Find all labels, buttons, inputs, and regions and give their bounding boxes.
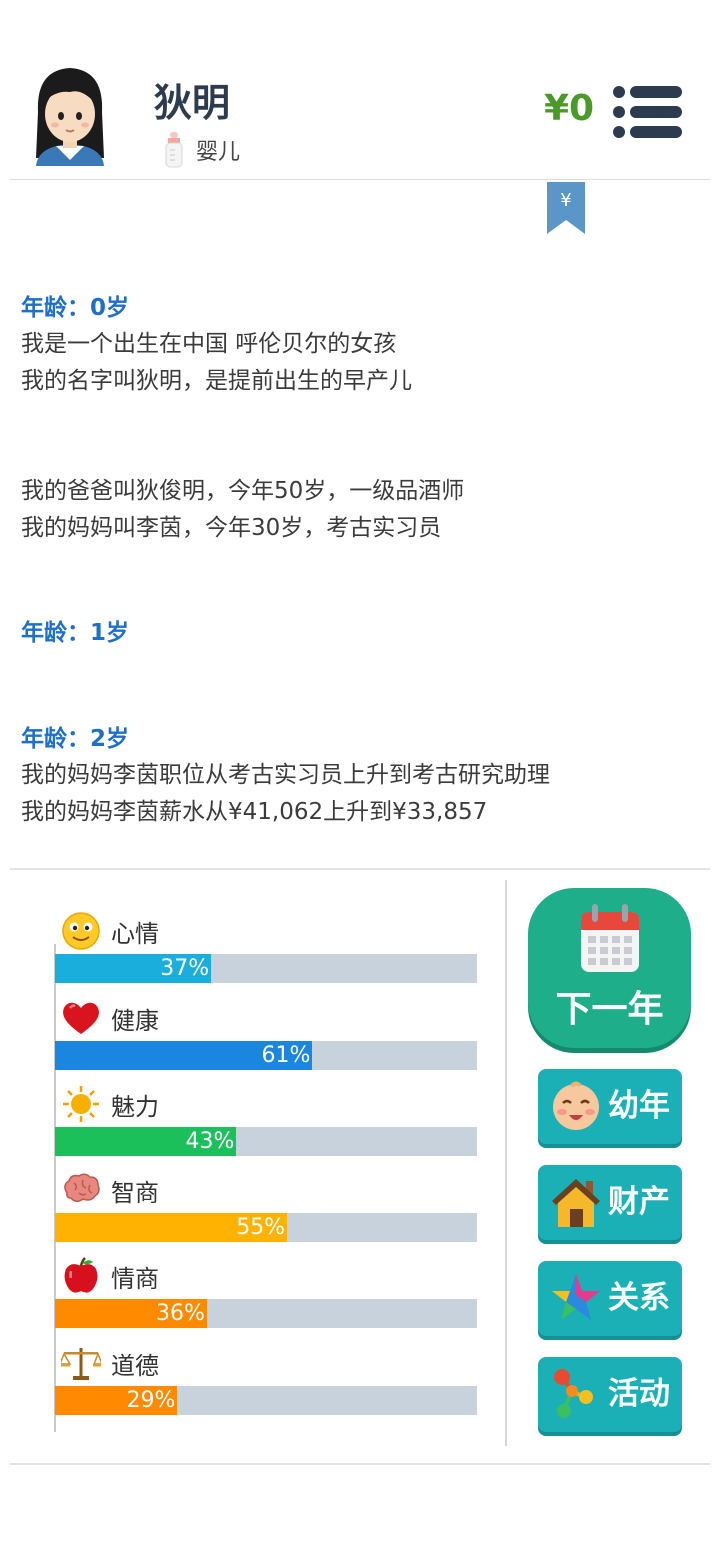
profile-header: 狄明 婴儿 ¥0 bbox=[0, 0, 720, 180]
stat-percent: 55% bbox=[236, 1215, 286, 1240]
relations-button[interactable]: 关系 bbox=[538, 1261, 682, 1336]
log-entry: 我的爸爸叫狄俊明，今年50岁，一级品酒师 我的妈妈叫李茵，今年30岁，考古实习员 bbox=[21, 473, 701, 547]
stat-name: 魅力 bbox=[111, 1092, 159, 1121]
scale-icon bbox=[61, 1348, 101, 1380]
stat-name: 情商 bbox=[111, 1264, 159, 1293]
next-year-label: 下一年 bbox=[555, 989, 664, 1030]
relations-label: 关系 bbox=[608, 1280, 670, 1316]
log-line: 我的名字叫狄明，是提前出生的早产儿 bbox=[21, 368, 412, 394]
stat-bar-fill: 55% bbox=[55, 1213, 288, 1242]
log-line: 我的爸爸叫狄俊明，今年50岁，一级品酒师 bbox=[21, 478, 465, 504]
stat-name: 健康 bbox=[111, 1006, 159, 1035]
stat-mood: 心情 37% bbox=[55, 912, 477, 998]
next-year-button[interactable]: 下一年 bbox=[528, 888, 691, 1048]
panel-separator bbox=[505, 880, 507, 1446]
stat-eq: 情商 36% bbox=[55, 1257, 477, 1343]
stat-bar-fill: 36% bbox=[55, 1299, 207, 1328]
stat-name: 道德 bbox=[111, 1351, 159, 1380]
brain-icon bbox=[64, 1173, 100, 1202]
activities-label: 活动 bbox=[608, 1376, 670, 1412]
stat-morality: 道德 29% bbox=[55, 1344, 477, 1430]
childhood-label: 幼年 bbox=[608, 1088, 670, 1124]
log-line: 我是一个出生在中国 呼伦贝尔的女孩 bbox=[21, 331, 397, 357]
stat-bar: 36% bbox=[55, 1299, 477, 1328]
stat-name: 心情 bbox=[111, 919, 159, 948]
age-heading: 年龄：1岁 bbox=[21, 620, 130, 646]
calendar-icon bbox=[581, 904, 639, 972]
stat-bar: 29% bbox=[55, 1386, 477, 1415]
stat-percent: 37% bbox=[160, 956, 210, 981]
stat-bar-fill: 61% bbox=[55, 1041, 313, 1070]
header-divider bbox=[10, 179, 710, 180]
log-line: 我的妈妈叫李茵，今年30岁，考古实习员 bbox=[21, 515, 442, 541]
money-balance: ¥0 bbox=[544, 88, 595, 129]
star-icon bbox=[552, 1274, 600, 1320]
log-entry: 年龄：0岁 我是一个出生在中国 呼伦贝尔的女孩 我的名字叫狄明，是提前出生的早产… bbox=[21, 290, 701, 400]
section-divider bbox=[10, 868, 710, 870]
log-line: 我的妈妈李茵薪水从¥41,062上升到¥33,857 bbox=[21, 799, 488, 825]
apple-icon bbox=[64, 1257, 98, 1293]
stat-bar-fill: 37% bbox=[55, 954, 212, 983]
sun-icon bbox=[63, 1086, 99, 1122]
age-heading: 年龄：0岁 bbox=[21, 295, 130, 321]
molecule-icon bbox=[554, 1369, 593, 1418]
activities-button[interactable]: 活动 bbox=[538, 1357, 682, 1432]
log-entry: 年龄：1岁 bbox=[21, 615, 701, 651]
stat-bar: 55% bbox=[55, 1213, 477, 1242]
stat-bar: 43% bbox=[55, 1127, 477, 1156]
stat-percent: 43% bbox=[185, 1129, 235, 1154]
assets-label: 财产 bbox=[608, 1184, 670, 1220]
smiley-icon bbox=[62, 912, 100, 950]
life-stage: 婴儿 bbox=[164, 132, 240, 168]
stat-bar-fill: 29% bbox=[55, 1386, 178, 1415]
money-bookmark-icon[interactable]: ¥ bbox=[547, 182, 585, 234]
menu-icon[interactable] bbox=[612, 84, 684, 140]
stat-percent: 36% bbox=[156, 1301, 205, 1326]
life-stage-label: 婴儿 bbox=[196, 140, 241, 165]
log-line: 我的妈妈李茵职位从考古实习员上升到考古研究助理 bbox=[21, 762, 550, 788]
svg-text:¥: ¥ bbox=[560, 190, 571, 211]
stat-charm: 魅力 43% bbox=[55, 1085, 477, 1171]
stat-bar: 37% bbox=[55, 954, 477, 983]
house-icon bbox=[552, 1179, 600, 1227]
stat-percent: 29% bbox=[126, 1388, 176, 1413]
bottom-divider bbox=[10, 1463, 710, 1465]
character-name: 狄明 bbox=[154, 81, 231, 125]
stat-health: 健康 61% bbox=[55, 999, 477, 1085]
stat-bar: 61% bbox=[55, 1041, 477, 1070]
stat-name: 智商 bbox=[111, 1178, 159, 1207]
childhood-button[interactable]: 幼年 bbox=[538, 1069, 682, 1144]
stat-percent: 61% bbox=[261, 1043, 311, 1068]
age-heading: 年龄：2岁 bbox=[21, 726, 130, 752]
stat-bar-fill: 43% bbox=[55, 1127, 237, 1156]
baby-bottle-icon bbox=[165, 132, 183, 168]
stat-iq: 智商 55% bbox=[55, 1171, 477, 1257]
girl-avatar-icon bbox=[36, 68, 104, 166]
baby-face-icon bbox=[553, 1081, 599, 1130]
log-entry: 年龄：2岁 我的妈妈李茵职位从考古实习员上升到考古研究助理 我的妈妈李茵薪水从¥… bbox=[21, 721, 701, 831]
heart-icon bbox=[63, 1002, 99, 1034]
assets-button[interactable]: 财产 bbox=[538, 1165, 682, 1240]
